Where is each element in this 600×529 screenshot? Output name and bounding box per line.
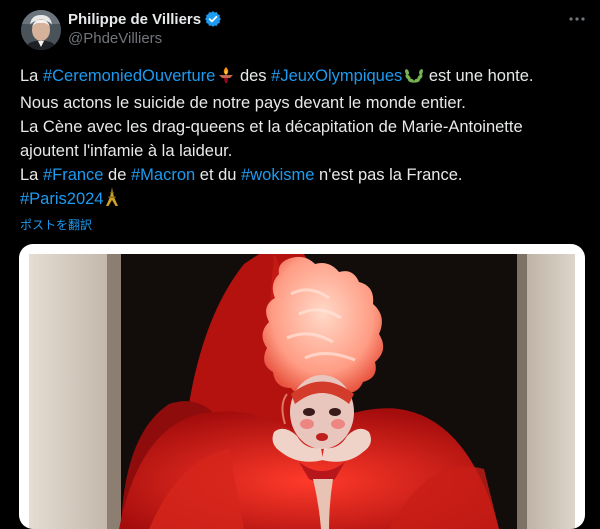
tweet-text-segment: La (20, 166, 43, 184)
tweet-text: La #CeremoniedOuverture des #JeuxOlympiq… (20, 64, 592, 214)
laurel-wreath-emoji-icon (404, 66, 424, 91)
tweet-text-segment: et du (195, 166, 242, 184)
hashtag-link[interactable]: #France (43, 166, 104, 184)
more-horizontal-icon[interactable] (566, 8, 588, 30)
hashtag-link[interactable]: #wokisme (241, 166, 314, 184)
tweet-line-2: Nous actons le suicide de notre pays dev… (20, 94, 466, 112)
tweet-text-segment: n'est pas la France. (314, 166, 463, 184)
embedded-video-thumbnail[interactable] (29, 254, 575, 529)
author-display-name[interactable]: Philippe de Villiers (68, 11, 201, 28)
tweet-line-3: La Cène avec les drag-queens et la décap… (20, 118, 523, 136)
hashtag-link[interactable]: #JeuxOlympiques (271, 67, 402, 85)
eiffel-tower-emoji-icon (105, 187, 119, 214)
tweet-text-segment: est une honte. (424, 67, 534, 85)
avatar[interactable] (21, 10, 61, 50)
tweet-text-segment: La (20, 67, 43, 85)
tweet-line-6: #Paris2024 (20, 187, 592, 214)
tweet-line-1: La #CeremoniedOuverture des #JeuxOlympiq… (20, 64, 592, 91)
profile-photo-icon (21, 10, 61, 50)
olympic-torch-emoji-icon (217, 66, 235, 91)
author-handle[interactable]: @PhdeVilliers (68, 30, 162, 47)
verified-badge-icon (205, 11, 222, 27)
media-card[interactable] (19, 244, 585, 529)
tweet-line-5: La #France de #Macron et du #wokisme n'e… (20, 163, 592, 187)
hashtag-link[interactable]: #Paris2024 (20, 190, 103, 208)
tweet-text-segment: de (103, 166, 131, 184)
author-name-row: Philippe de Villiers (68, 9, 222, 29)
hashtag-link[interactable]: #CeremoniedOuverture (43, 67, 215, 85)
tweet-text-segment: des (235, 67, 272, 85)
hashtag-link[interactable]: #Macron (131, 166, 195, 184)
tweet-line-4: ajoutent l'infamie à la laideur. (20, 142, 233, 160)
translate-post-link[interactable]: ポストを翻訳 (20, 216, 92, 233)
